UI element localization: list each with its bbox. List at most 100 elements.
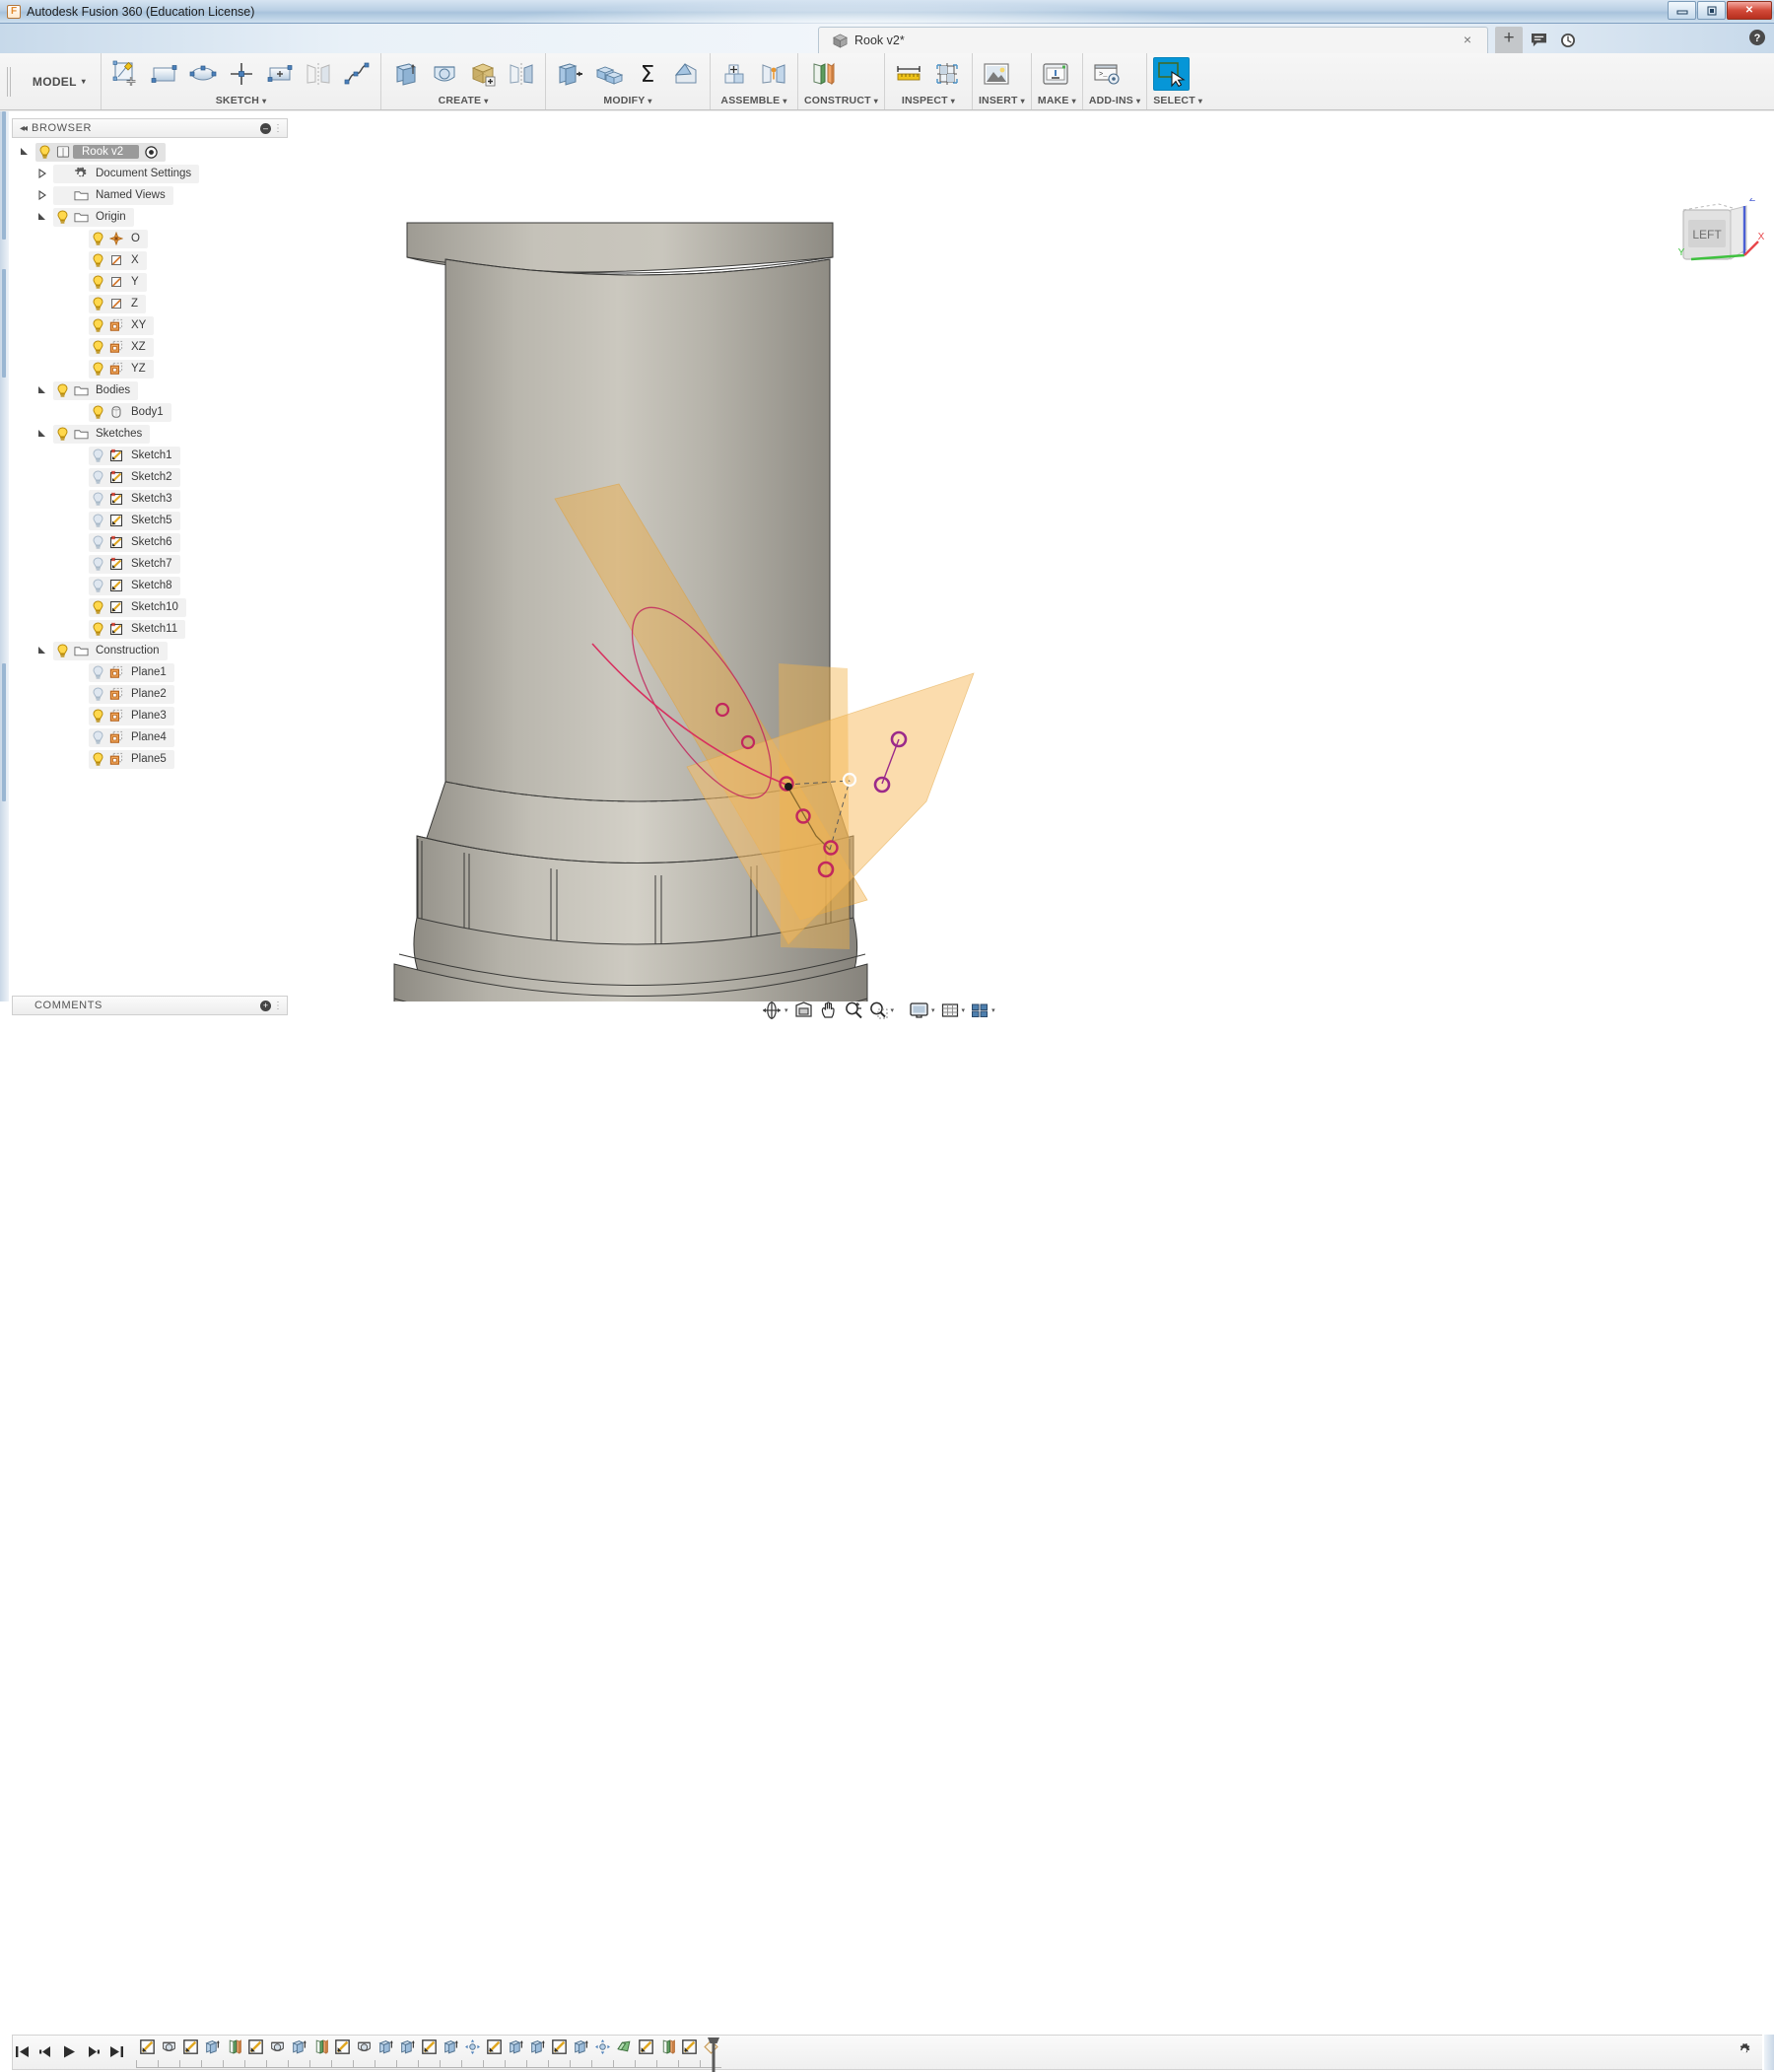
measure-button[interactable] [891,57,927,91]
close-button[interactable]: ✕ [1727,1,1772,20]
tree-item-document-settings[interactable]: Document Settings [12,163,288,184]
tree-item-sketch11[interactable]: Sketch11 [12,618,288,640]
activate-component-icon[interactable] [145,145,158,159]
section-analysis-button[interactable] [929,57,966,91]
tree-item-bodies[interactable]: Bodies [12,380,288,401]
timeline-sketch[interactable] [179,2038,201,2068]
light-bulb-icon[interactable] [89,664,106,680]
light-bulb-icon[interactable] [89,339,106,355]
joint-button[interactable] [755,57,791,91]
tree-item-body1[interactable]: Body1 [12,401,288,423]
press-pull-button[interactable] [552,57,588,91]
tree-item-xz[interactable]: XZ [12,336,288,358]
spline-button[interactable] [338,57,375,91]
tree-item-plane1[interactable]: Plane1 [12,661,288,683]
orbit-button[interactable]: ▾ [759,999,790,1022]
tree-item-sketch1[interactable]: Sketch1 [12,445,288,466]
light-bulb-icon[interactable] [53,643,71,658]
timeline-revolve[interactable] [158,2038,179,2068]
tree-item-plane5[interactable]: Plane5 [12,748,288,770]
chevron-expanded-icon[interactable] [37,429,53,439]
tree-item-sketch2[interactable]: Sketch2 [12,466,288,488]
minimize-button[interactable] [1668,1,1696,20]
light-bulb-icon[interactable] [89,729,106,745]
timeline-end-marker[interactable] [708,2037,719,2072]
chevron-down-icon[interactable]: ▾ [931,1006,935,1014]
new-component-button[interactable] [716,57,753,91]
timeline-extrude[interactable] [570,2038,591,2068]
workspace-selector[interactable]: MODEL ▾ [18,53,101,109]
comments-add-icon[interactable]: + [260,1001,271,1011]
timeline-feature-list[interactable] [136,2038,721,2068]
tree-item-sketch7[interactable]: Sketch7 [12,553,288,575]
chevron-down-icon[interactable]: ▾ [785,1006,788,1014]
tree-item-named-views[interactable]: Named Views [12,184,288,206]
ribbon-panel-title-insert[interactable]: INSERT ▾ [979,95,1025,109]
tree-item-sketch8[interactable]: Sketch8 [12,575,288,596]
ribbon-panel-title-inspect[interactable]: INSPECT ▾ [891,95,966,109]
timeline-pattern[interactable] [591,2038,613,2068]
timeline-sketch[interactable] [331,2038,353,2068]
mirror-sketch-button[interactable] [300,57,336,91]
light-bulb-icon[interactable] [89,469,106,485]
light-bulb-icon[interactable] [89,296,106,311]
chevron-expanded-icon[interactable] [37,385,53,395]
tree-item-xy[interactable]: XY [12,314,288,336]
zoom-window-button[interactable]: ▾ [866,999,897,1022]
chevron-down-icon[interactable]: ▾ [891,1006,895,1014]
step-forward-button[interactable] [85,2040,101,2062]
collapse-icon[interactable]: ◂◂ [13,123,32,134]
timeline-pattern[interactable] [461,2038,483,2068]
light-bulb-icon[interactable] [53,382,71,398]
ribbon-panel-title-assemble[interactable]: ASSEMBLE ▾ [716,95,791,109]
ribbon-grip[interactable] [0,53,18,109]
timeline-loft[interactable] [613,2038,635,2068]
light-bulb-icon[interactable] [89,491,106,507]
tree-item-plane2[interactable]: Plane2 [12,683,288,705]
light-bulb-icon[interactable] [89,448,106,463]
change-parameters-button[interactable]: Σ [629,57,665,91]
tree-item-sketch3[interactable]: Sketch3 [12,488,288,510]
play-button[interactable] [61,2040,77,2062]
light-bulb-icon[interactable] [89,274,106,290]
help-icon[interactable]: ? [1748,29,1766,46]
light-bulb-icon[interactable] [53,426,71,442]
rectangle-button[interactable] [146,57,182,91]
tree-item-sketches[interactable]: Sketches [12,423,288,445]
tree-item-plane3[interactable]: Plane3 [12,705,288,726]
timeline-extrude[interactable] [526,2038,548,2068]
timeline-sketch[interactable] [483,2038,505,2068]
ribbon-panel-title-modify[interactable]: MODIFY ▾ [552,95,704,109]
viewcube[interactable]: LEFT Z Y X [1662,198,1764,289]
timeline-sketch[interactable] [244,2038,266,2068]
light-bulb-icon[interactable] [89,231,106,246]
browser-menu-icon[interactable]: – [260,123,271,134]
pan-button[interactable] [817,999,841,1022]
offset-plane-button[interactable] [804,57,841,91]
select-tool-button[interactable] [1153,57,1191,91]
comments-resize-grip[interactable]: ⋮ [273,1001,283,1011]
tree-item-x[interactable]: X [12,249,288,271]
ribbon-panel-title-addins[interactable]: ADD-INS ▾ [1089,95,1140,109]
timeline-plane[interactable] [656,2038,678,2068]
go-to-end-button[interactable] [108,2040,124,2062]
tree-item-z[interactable]: Z [12,293,288,314]
rectangular-pattern-button[interactable] [261,57,298,91]
timeline-extrude[interactable] [505,2038,526,2068]
viewports-button[interactable]: ▾ [968,999,997,1022]
tree-item-sketch6[interactable]: Sketch6 [12,531,288,553]
zoom-button[interactable] [842,999,865,1022]
timeline-extrude[interactable] [201,2038,223,2068]
timeline-sketch[interactable] [136,2038,158,2068]
comments-panel-icon[interactable] [1525,27,1552,53]
chevron-expanded-icon[interactable] [20,147,35,157]
light-bulb-icon[interactable] [89,708,106,724]
ribbon-panel-title-construct[interactable]: CONSTRUCT ▾ [804,95,878,109]
extrude-button[interactable] [387,57,424,91]
chevron-down-icon[interactable]: ▾ [962,1006,966,1014]
light-bulb-icon[interactable] [89,556,106,572]
new-tab-button[interactable]: + [1495,27,1523,53]
revolve-button[interactable] [426,57,462,91]
timeline-extrude[interactable] [396,2038,418,2068]
browser-tree[interactable]: Rook v2 Document Settings Named Views Origi… [12,141,288,770]
